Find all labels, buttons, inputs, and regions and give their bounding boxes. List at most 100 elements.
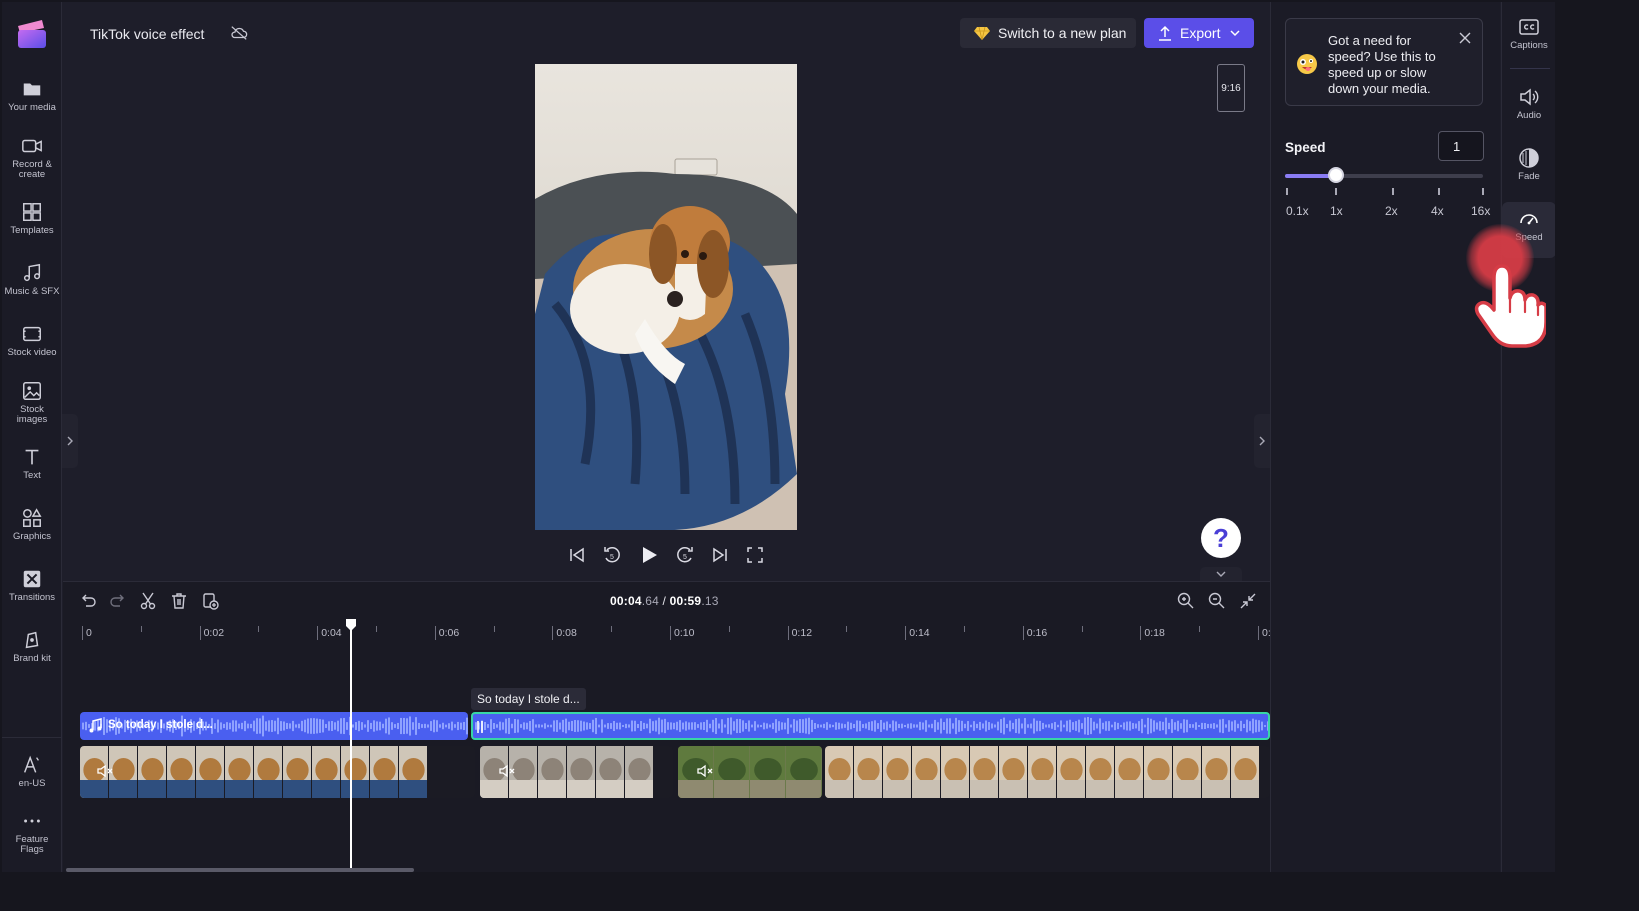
zoom-out-icon[interactable] (1207, 591, 1227, 611)
waveform-bar (1096, 723, 1098, 729)
screen: Your media Record & create Templates Mus… (0, 0, 1639, 911)
ruler-minor-tick (140, 626, 142, 632)
waveform-bar (502, 722, 504, 730)
panel-tab-fade[interactable]: Fade (1502, 147, 1555, 182)
timeline-ruler[interactable]: 00:020:040:060:080:100:120:140:160:180:2 (78, 620, 1277, 644)
speed-slider[interactable] (1285, 174, 1483, 178)
sidebar-item-text[interactable]: Text (2, 446, 62, 481)
speed-tick (1335, 188, 1337, 195)
waveform-bar (1150, 718, 1152, 734)
waveform-bar (1195, 722, 1197, 730)
waveform-bar (400, 717, 402, 735)
rewind-5-icon[interactable]: 5 (601, 544, 623, 566)
sidebar-item-your-media[interactable]: Your media (2, 78, 62, 113)
waveform-bar (304, 719, 306, 733)
redo-icon[interactable] (108, 591, 128, 611)
video-clip[interactable] (825, 746, 1270, 798)
waveform-bar (1138, 721, 1140, 731)
sidebar-item-graphics[interactable]: Graphics (2, 507, 62, 542)
muted-speaker-icon[interactable] (498, 762, 516, 780)
trim-handle-icon[interactable] (477, 720, 483, 734)
panel-tab-audio[interactable]: Audio (1502, 86, 1555, 121)
sidebar-item-transitions[interactable]: Transitions (2, 568, 62, 603)
waveform-bar (979, 721, 981, 731)
sidebar-item-stock-images[interactable]: Stock images (2, 380, 62, 425)
panel-tab-captions[interactable]: Captions (1502, 16, 1555, 51)
video-clip[interactable] (480, 746, 673, 798)
waveform-bar (661, 719, 663, 733)
duplicate-icon[interactable] (200, 591, 220, 611)
waveform-bar (343, 717, 345, 735)
waveform-bar (328, 721, 330, 731)
collapse-left-panel-button[interactable] (62, 414, 78, 468)
waveform-bar (271, 720, 273, 732)
aspect-ratio-button[interactable]: 9:16 (1217, 64, 1245, 112)
close-icon[interactable] (1458, 31, 1472, 45)
cc-icon (1519, 19, 1539, 35)
waveform-bar (679, 720, 681, 732)
project-title[interactable]: TikTok voice effect (90, 26, 204, 42)
playhead[interactable] (350, 624, 352, 872)
sidebar-item-language[interactable]: en-US (2, 754, 62, 789)
waveform-bar (610, 723, 612, 729)
waveform-bar (1003, 717, 1005, 735)
waveform-bar (790, 724, 792, 728)
ruler-tick (1140, 626, 1142, 640)
waveform-bar (1099, 718, 1101, 734)
audio-clip-selected[interactable] (471, 712, 1270, 740)
cloud-off-icon[interactable] (230, 25, 248, 41)
sidebar-item-music[interactable]: Music & SFX (2, 262, 62, 297)
waveform-bar (1183, 719, 1185, 733)
sidebar-item-templates[interactable]: Templates (2, 201, 62, 236)
waveform-bar (1072, 722, 1074, 730)
video-preview[interactable] (535, 64, 797, 530)
waveform-bar (952, 723, 954, 729)
waveform-bar (616, 722, 618, 730)
sidebar-item-brand-kit[interactable]: Brand kit (2, 629, 62, 664)
muted-speaker-icon[interactable] (96, 762, 114, 780)
waveform-bar (298, 723, 300, 729)
waveform-bar (346, 722, 348, 730)
speed-tick-label: 4x (1431, 204, 1444, 218)
video-clip[interactable] (678, 746, 822, 798)
help-button[interactable]: ? (1201, 518, 1241, 558)
waveform-bar (862, 724, 864, 728)
sidebar-label: en-US (18, 778, 46, 789)
sidebar-item-record[interactable]: Record & create (2, 135, 62, 180)
waveform-bar (1033, 718, 1035, 734)
fit-timeline-icon[interactable] (1238, 591, 1258, 611)
timeline-scrollbar[interactable] (66, 868, 414, 872)
waveform-bar (766, 723, 768, 729)
trash-icon[interactable] (169, 591, 189, 611)
forward-5-icon[interactable]: 5 (674, 544, 696, 566)
waveform-bar (406, 718, 408, 734)
waveform-bar (388, 717, 390, 735)
speed-value-input[interactable]: 1 (1438, 131, 1484, 161)
export-button[interactable]: Export (1144, 18, 1254, 48)
thumbnail-frame (1144, 746, 1172, 798)
waveform-bar (1216, 724, 1218, 728)
sidebar-item-stock-video[interactable]: Stock video (2, 323, 62, 358)
chevron-down-icon (1216, 571, 1226, 577)
waveform-bar (1243, 723, 1245, 729)
playhead-handle-icon[interactable] (345, 618, 357, 632)
play-icon[interactable] (638, 544, 660, 566)
collapse-timeline-button[interactable] (1200, 567, 1242, 581)
undo-icon[interactable] (78, 591, 98, 611)
sidebar-item-feature-flags[interactable]: Feature Flags (2, 810, 62, 855)
muted-speaker-icon[interactable] (696, 762, 714, 780)
audio-clip[interactable]: So today I stole d... (80, 712, 468, 740)
skip-to-end-icon[interactable] (709, 544, 731, 566)
video-clip[interactable] (80, 746, 475, 798)
scissors-icon[interactable] (138, 591, 158, 611)
ruler-tick (670, 626, 671, 640)
waveform-bar (484, 721, 486, 731)
fullscreen-icon[interactable] (744, 544, 766, 566)
speaker-icon (1520, 88, 1539, 106)
switch-plan-button[interactable]: Switch to a new plan (960, 18, 1136, 48)
zoom-in-icon[interactable] (1176, 591, 1196, 611)
collapse-right-panel-button[interactable] (1254, 414, 1270, 468)
skip-to-start-icon[interactable] (566, 544, 588, 566)
waveform-bar (859, 720, 861, 732)
clipchamp-editor: Your media Record & create Templates Mus… (2, 2, 1555, 872)
